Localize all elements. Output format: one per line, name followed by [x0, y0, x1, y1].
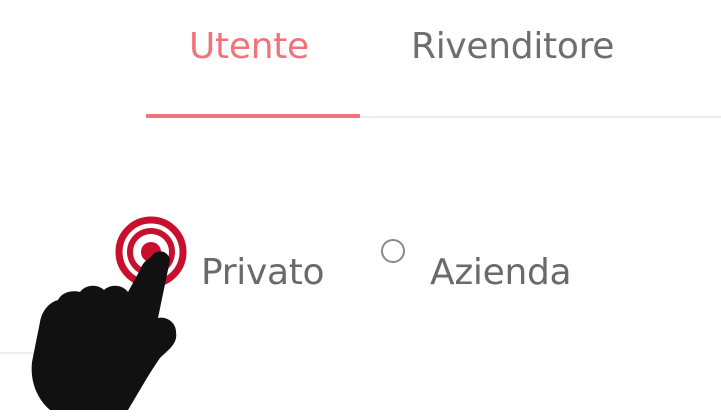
section-divider: [0, 352, 120, 354]
radio-azienda[interactable]: [381, 239, 405, 263]
active-tab-indicator: [146, 114, 360, 118]
customer-type-form: Utente Rivenditore Privato Azienda: [0, 0, 721, 416]
radio-privato[interactable]: [115, 216, 187, 288]
tab-rivenditore[interactable]: Rivenditore: [411, 26, 614, 67]
radio-label-privato[interactable]: Privato: [201, 252, 325, 293]
tap-ripple-icon: [115, 216, 187, 288]
radio-label-azienda[interactable]: Azienda: [430, 252, 572, 293]
tab-utente[interactable]: Utente: [189, 26, 309, 67]
